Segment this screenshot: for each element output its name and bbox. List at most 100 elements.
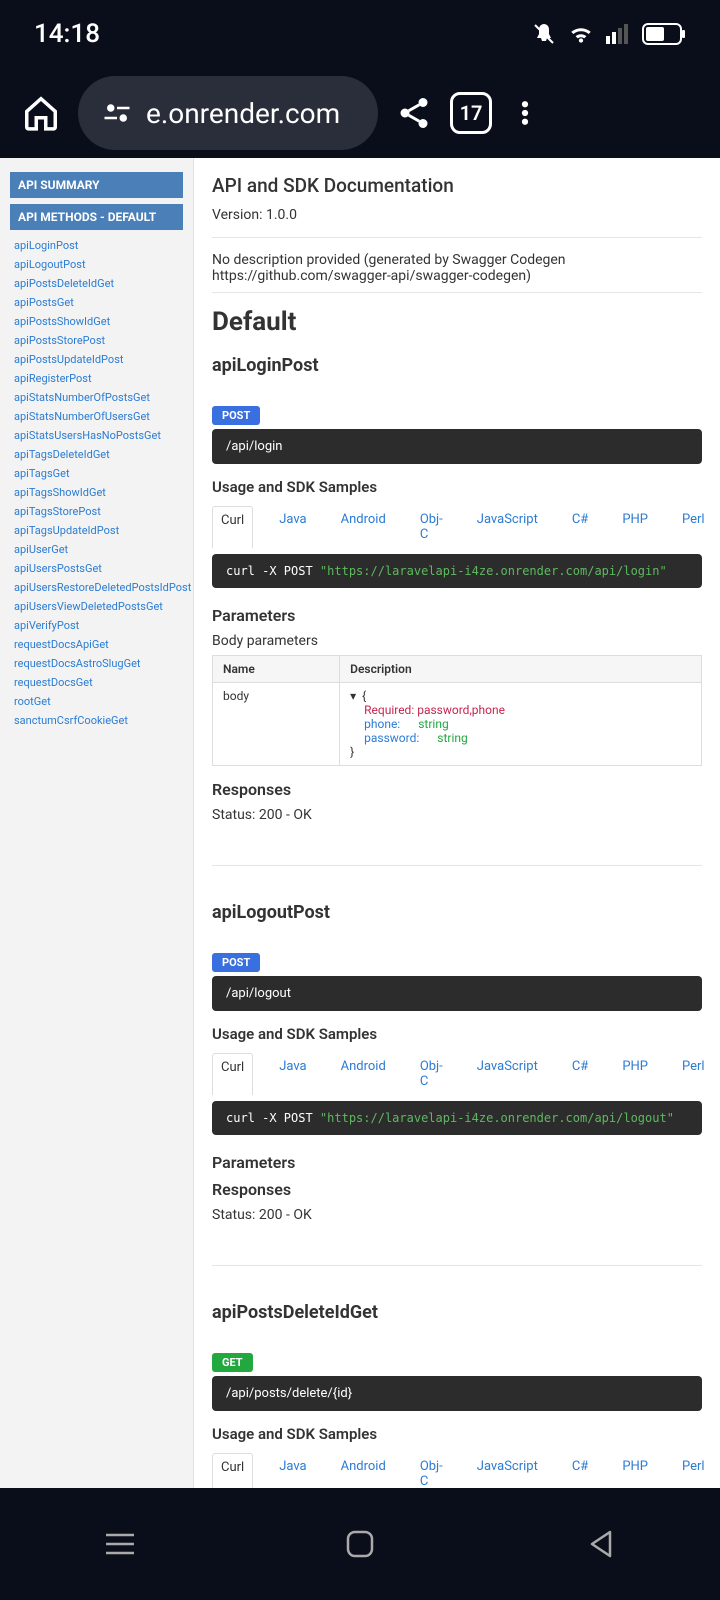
battery-icon [642, 23, 686, 45]
lang-tab[interactable]: Perl [674, 1053, 713, 1095]
responses-header: Responses [212, 780, 702, 799]
share-icon[interactable] [396, 95, 432, 131]
lang-tab[interactable]: Android [333, 506, 394, 548]
browser-bar: e.onrender.com 17 [0, 68, 720, 158]
lang-tab[interactable]: Perl [674, 506, 713, 548]
mute-icon [532, 22, 556, 46]
lang-tab[interactable]: Obj-C [412, 506, 451, 548]
lang-tab[interactable]: Java [271, 1453, 314, 1488]
sidebar-summary-header[interactable]: API SUMMARY [10, 172, 183, 198]
sidebar-link[interactable]: apiUsersPostsGet [10, 559, 183, 578]
parameters-header: Parameters [212, 606, 702, 625]
lang-tab[interactable]: PHP [614, 1053, 656, 1095]
sidebar-link[interactable]: apiTagsShowIdGet [10, 483, 183, 502]
lang-tab[interactable]: Curl [212, 1453, 253, 1488]
home-icon[interactable] [22, 94, 60, 132]
lang-tab[interactable]: Obj-C [412, 1453, 451, 1488]
sidebar-link[interactable]: rootGet [10, 692, 183, 711]
lang-tab[interactable]: Perl [674, 1453, 713, 1488]
sidebar-link[interactable]: apiUserGet [10, 540, 183, 559]
sidebar-link[interactable]: apiLoginPost [10, 236, 183, 255]
sidebar-link[interactable]: requestDocsApiGet [10, 635, 183, 654]
lang-tab[interactable]: C# [564, 1453, 596, 1488]
lang-tab[interactable]: Curl [212, 1053, 253, 1095]
lang-tab[interactable]: Android [333, 1453, 394, 1488]
status-icons [532, 22, 686, 46]
sidebar-link[interactable]: apiPostsStorePost [10, 331, 183, 350]
schema-cell: ▾ {Required: password,phonephone:stringp… [340, 683, 702, 766]
tab-count: 17 [460, 101, 483, 125]
sidebar-link[interactable]: apiPostsShowIdGet [10, 312, 183, 331]
code-sample: curl -X POST "https://laravelapi-i4ze.on… [212, 554, 702, 588]
section-header: Default [212, 307, 702, 337]
sidebar-link[interactable]: apiPostsGet [10, 293, 183, 312]
lang-tab[interactable]: Curl [212, 506, 253, 548]
system-nav-bar [0, 1488, 720, 1600]
lang-tab[interactable]: Obj-C [412, 1053, 451, 1095]
wifi-icon [568, 23, 594, 45]
table-cell: body [213, 683, 340, 766]
usage-title: Usage and SDK Samples [212, 478, 702, 496]
endpoint-name: apiLogoutPost [212, 902, 702, 923]
lang-tab[interactable]: Java [271, 506, 314, 548]
sidebar-methods-header[interactable]: API METHODS - DEFAULT [10, 204, 183, 230]
responses-header: Responses [212, 1180, 702, 1199]
url-bar[interactable]: e.onrender.com [78, 76, 378, 150]
sidebar-link[interactable]: apiUsersViewDeletedPostsGet [10, 597, 183, 616]
method-badge: POST [212, 953, 260, 972]
usage-title: Usage and SDK Samples [212, 1425, 702, 1443]
usage-title: Usage and SDK Samples [212, 1025, 702, 1043]
status-bar: 14:18 [0, 0, 720, 68]
version-label: Version: 1.0.0 [212, 207, 702, 238]
sidebar-link[interactable]: apiTagsDeleteIdGet [10, 445, 183, 464]
recent-apps-button[interactable] [101, 1525, 139, 1563]
status-time: 14:18 [34, 19, 100, 49]
home-button[interactable] [341, 1525, 379, 1563]
lang-tab[interactable]: PHP [614, 506, 656, 548]
endpoint-name: apiLoginPost [212, 355, 702, 376]
sidebar-link[interactable]: apiUsersRestoreDeletedPostsIdPost [10, 578, 183, 597]
lang-tab[interactable]: JavaScript [469, 506, 546, 548]
url-text: e.onrender.com [146, 97, 340, 130]
page-description: No description provided (generated by Sw… [212, 252, 702, 293]
sidebar-link[interactable]: sanctumCsrfCookieGet [10, 711, 183, 730]
sidebar-link[interactable]: apiPostsDeleteIdGet [10, 274, 183, 293]
menu-icon[interactable] [510, 98, 540, 128]
sidebar-link[interactable]: apiTagsStorePost [10, 502, 183, 521]
sidebar-link[interactable]: apiTagsGet [10, 464, 183, 483]
sidebar-link[interactable]: apiStatsNumberOfUsersGet [10, 407, 183, 426]
main-content[interactable]: API and SDK Documentation Version: 1.0.0… [194, 158, 720, 1488]
sidebar-link[interactable]: apiTagsUpdateIdPost [10, 521, 183, 540]
method-badge: POST [212, 406, 260, 425]
sidebar-link[interactable]: requestDocsAstroSlugGet [10, 654, 183, 673]
sidebar-link[interactable]: requestDocsGet [10, 673, 183, 692]
lang-tab[interactable]: Java [271, 1053, 314, 1095]
body-params-header: Body parameters [212, 633, 702, 649]
method-badge: GET [212, 1353, 253, 1372]
lang-tabs: CurlJavaAndroidObj-CJavaScriptC#PHPPerlP… [212, 1053, 702, 1095]
lang-tab[interactable]: Android [333, 1053, 394, 1095]
lang-tab[interactable]: PHP [614, 1453, 656, 1488]
sidebar: API SUMMARY API METHODS - DEFAULT apiLog… [0, 158, 194, 1488]
endpoint-path: /api/posts/delete/{id} [212, 1376, 702, 1411]
sidebar-link[interactable]: apiRegisterPost [10, 369, 183, 388]
sidebar-link[interactable]: apiVerifyPost [10, 616, 183, 635]
sidebar-link[interactable]: apiLogoutPost [10, 255, 183, 274]
back-button[interactable] [581, 1525, 619, 1563]
parameters-header: Parameters [212, 1153, 702, 1172]
lang-tabs: CurlJavaAndroidObj-CJavaScriptC#PHPPerlP… [212, 506, 702, 548]
sidebar-link[interactable]: apiStatsNumberOfPostsGet [10, 388, 183, 407]
endpoint-block: apiLogoutPost POST/api/logout Usage and SD… [212, 902, 702, 1266]
lang-tab[interactable]: JavaScript [469, 1053, 546, 1095]
lang-tab[interactable]: C# [564, 506, 596, 548]
table-header: Description [340, 656, 702, 683]
tabs-button[interactable]: 17 [450, 92, 492, 134]
endpoint-path: /api/login [212, 429, 702, 464]
signal-icon [606, 23, 630, 45]
sidebar-link[interactable]: apiStatsUsersHasNoPostsGet [10, 426, 183, 445]
lang-tab[interactable]: C# [564, 1053, 596, 1095]
endpoint-path: /api/logout [212, 976, 702, 1011]
lang-tab[interactable]: JavaScript [469, 1453, 546, 1488]
sidebar-link[interactable]: apiPostsUpdateIdPost [10, 350, 183, 369]
lang-tabs: CurlJavaAndroidObj-CJavaScriptC#PHPPerlP… [212, 1453, 702, 1488]
